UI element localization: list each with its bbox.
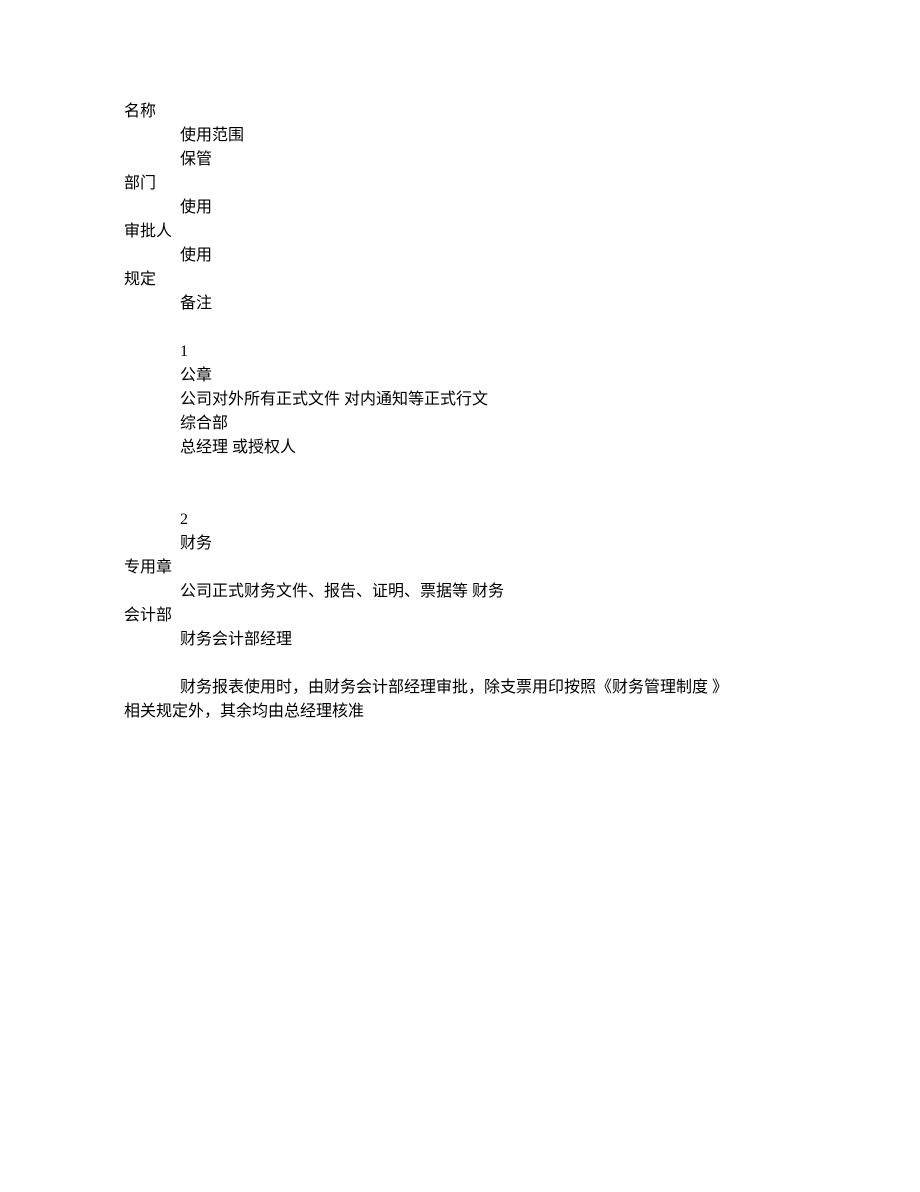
entry2-regulation-line1: 财务报表使用时，由财务会计部经理审批，除支票用印按照《财务管理制度 》 <box>124 676 796 700</box>
entry2-regulation-line2: 相关规定外，其余均由总经理核准 <box>124 700 796 724</box>
header-name: 名称 <box>124 100 796 124</box>
header-remark: 备注 <box>124 292 796 316</box>
header-use1: 使用 <box>124 196 796 220</box>
header-regulation: 规定 <box>124 268 796 292</box>
entry2-usage-scope-part2: 会计部 <box>124 604 796 628</box>
header-approver: 审批人 <box>124 220 796 244</box>
entry1-seal-name: 公章 <box>124 364 796 388</box>
entry2-approver: 财务会计部经理 <box>124 628 796 652</box>
entry1-usage-scope: 公司对外所有正式文件 对内通知等正式行文 <box>124 388 796 412</box>
header-use2: 使用 <box>124 244 796 268</box>
entry2-usage-scope-part1: 公司正式财务文件、报告、证明、票据等 财务 <box>124 580 796 604</box>
header-usage-scope: 使用范围 <box>124 124 796 148</box>
entry2-number: 2 <box>124 508 796 532</box>
entry1-approver: 总经理 或授权人 <box>124 436 796 460</box>
header-custody: 保管 <box>124 148 796 172</box>
entry1-number: 1 <box>124 340 796 364</box>
entry2-seal-name-part2: 专用章 <box>124 556 796 580</box>
header-department: 部门 <box>124 172 796 196</box>
entry2-seal-name-part1: 财务 <box>124 532 796 556</box>
entry1-custody-dept: 综合部 <box>124 412 796 436</box>
